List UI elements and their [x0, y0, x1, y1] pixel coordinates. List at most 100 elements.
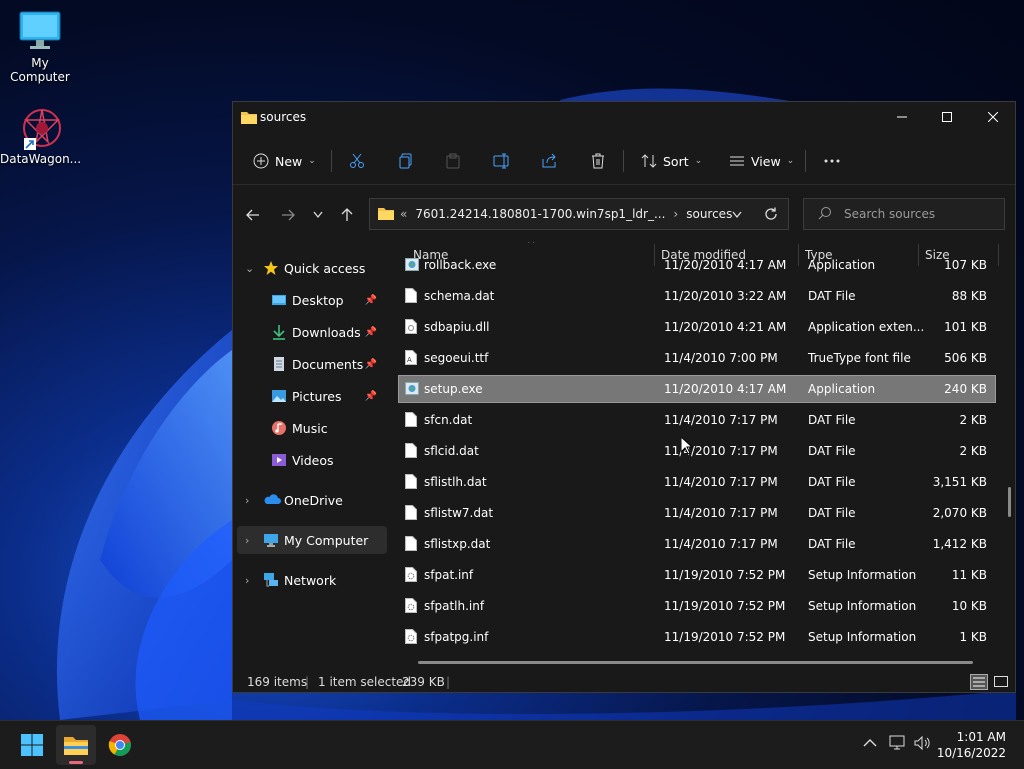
chevron-right-icon[interactable]: ›: [245, 494, 255, 507]
details-view-button[interactable]: [970, 674, 988, 693]
command-bar: New ⌄ Sort ⌄ View ⌄: [233, 138, 1015, 185]
copy-button[interactable]: [398, 148, 414, 174]
overflow-indicator[interactable]: «: [400, 207, 407, 221]
network-status-button[interactable]: [889, 735, 907, 754]
file-file-icon: [405, 536, 417, 551]
recent-locations-button[interactable]: [306, 205, 330, 225]
breadcrumb-current[interactable]: sources: [686, 207, 732, 221]
maximize-button[interactable]: [924, 102, 970, 132]
toolbar-divider: [623, 150, 624, 172]
sidebar-item-network[interactable]: › Network: [237, 566, 387, 594]
tiles-view-button[interactable]: [993, 674, 1009, 693]
sidebar-item-label: OneDrive: [284, 492, 343, 508]
music-icon: [271, 420, 287, 436]
file-row[interactable]: sdbapiu.dll 11/20/2010 4:21 AM Application…: [399, 314, 995, 340]
network-icon: [889, 735, 905, 750]
chevron-up-icon: [863, 739, 877, 747]
taskbar: 1:01 AM 10/16/2022: [0, 720, 1024, 769]
pin-icon: 📌: [364, 326, 377, 338]
file-name: sflcid.dat: [424, 444, 479, 458]
vertical-scrollbar-thumb[interactable]: [1008, 487, 1011, 517]
delete-button[interactable]: [590, 148, 606, 174]
sidebar-item-onedrive[interactable]: › OneDrive: [237, 486, 387, 514]
cut-button[interactable]: [349, 148, 365, 174]
sidebar-item-label: Downloads: [292, 324, 361, 340]
file-row[interactable]: sfpatlh.inf 11/19/2010 7:52 PM Setup Infor…: [399, 593, 995, 619]
refresh-button[interactable]: [764, 207, 778, 224]
view-list-icon: [730, 156, 744, 166]
file-row[interactable]: rollback.exe 11/20/2010 4:17 AM Applicatio…: [399, 252, 995, 278]
desktop-icon-datawagon[interactable]: DataWagon...: [0, 106, 82, 166]
file-row[interactable]: setup.exe 11/20/2010 4:17 AM Application 24…: [398, 375, 996, 403]
desktop-icon: [271, 292, 287, 308]
sidebar-item-documents[interactable]: Documents 📌: [237, 350, 387, 378]
address-dropdown-button[interactable]: [732, 208, 742, 222]
network-icon: [263, 572, 279, 588]
sort-button[interactable]: Sort ⌄: [641, 148, 702, 174]
chevron-down-icon: ⌄: [786, 156, 795, 166]
breadcrumb-segment[interactable]: 7601.24214.180801-1700.win7sp1_ldr_...: [415, 207, 665, 221]
sidebar-item-videos[interactable]: Videos: [237, 446, 387, 474]
chrome-icon: [108, 734, 131, 756]
address-bar[interactable]: « 7601.24214.180801-1700.win7sp1_ldr_...…: [369, 198, 789, 230]
sidebar-item-music[interactable]: Music: [237, 414, 387, 442]
sidebar-item-quick-access[interactable]: ⌄ Quick access: [237, 254, 387, 282]
taskbar-file-explorer[interactable]: [56, 725, 96, 765]
sidebar-item-my-computer[interactable]: › My Computer: [237, 526, 387, 554]
file-row[interactable]: sflistlh.dat 11/4/2010 7:17 PM DAT File 3,1…: [399, 469, 995, 495]
paste-button[interactable]: [445, 148, 461, 174]
rename-button[interactable]: [493, 148, 511, 174]
file-list: Name ^ Date modified Type Size rollback.…: [393, 242, 1015, 672]
title-bar[interactable]: sources: [233, 102, 1015, 134]
desktop-icon-label: DataWagon...: [0, 152, 82, 166]
sidebar-item-label: Desktop: [292, 292, 344, 308]
show-hidden-icons-button[interactable]: [862, 735, 878, 754]
sidebar-item-pictures[interactable]: Pictures 📌: [237, 382, 387, 410]
file-file-icon: [405, 505, 417, 520]
column-divider[interactable]: [998, 244, 999, 266]
chevron-down-icon[interactable]: ⌄: [245, 262, 255, 275]
chevron-right-icon[interactable]: ›: [245, 574, 255, 587]
start-button[interactable]: [12, 725, 52, 765]
paste-icon: [446, 153, 460, 169]
desktop-icon-my-computer[interactable]: My Computer: [0, 10, 80, 84]
search-box[interactable]: Search sources: [803, 198, 1005, 230]
more-options-button[interactable]: [823, 148, 841, 174]
chevron-down-icon: ⌄: [694, 156, 703, 166]
file-row[interactable]: Asegoeui.ttf 11/4/2010 7:00 PM TrueType fo…: [399, 345, 995, 371]
chevron-right-icon[interactable]: ›: [245, 534, 255, 547]
file-row[interactable]: sflcid.dat 11/4/2010 7:17 PM DAT File 2 KB: [399, 438, 995, 464]
file-row[interactable]: sfcn.dat 11/4/2010 7:17 PM DAT File 2 KB: [399, 407, 995, 433]
file-name: rollback.exe: [424, 258, 497, 272]
file-row[interactable]: sflistw7.dat 11/4/2010 7:17 PM DAT File 2,0…: [399, 500, 995, 526]
file-type: Application exten...: [808, 320, 925, 334]
minimize-button[interactable]: [879, 102, 925, 132]
sidebar-item-downloads[interactable]: Downloads 📌: [237, 318, 387, 346]
new-button[interactable]: New ⌄: [253, 148, 316, 174]
file-type: Setup Information: [808, 599, 917, 613]
status-bar: 169 items | 1 item selected 239 KB |: [233, 670, 1015, 692]
taskbar-chrome[interactable]: [100, 725, 140, 765]
close-button[interactable]: [970, 102, 1016, 132]
view-button[interactable]: View ⌄: [729, 148, 794, 174]
system-clock[interactable]: 1:01 AM 10/16/2022: [937, 729, 1006, 761]
file-dll-icon: [405, 319, 417, 334]
volume-button[interactable]: [914, 735, 932, 754]
up-button[interactable]: [335, 205, 359, 225]
refresh-icon: [765, 207, 777, 220]
file-date: 11/4/2010 7:00 PM: [664, 351, 778, 365]
share-button[interactable]: [541, 148, 557, 174]
horizontal-scrollbar-thumb[interactable]: [418, 661, 973, 664]
file-date: 11/20/2010 3:22 AM: [664, 289, 787, 303]
file-row[interactable]: sfpatpg.inf 11/19/2010 7:52 PM Setup Infor…: [399, 624, 995, 650]
sidebar-item-desktop[interactable]: Desktop 📌: [237, 286, 387, 314]
file-type: Application: [808, 258, 876, 272]
file-row[interactable]: sfpat.inf 11/19/2010 7:52 PM Setup Informa…: [399, 562, 995, 588]
arrow-up-icon: [341, 208, 353, 221]
file-date: 11/4/2010 7:17 PM: [664, 506, 778, 520]
back-button[interactable]: [241, 205, 265, 225]
forward-button[interactable]: [276, 205, 300, 225]
file-row[interactable]: schema.dat 11/20/2010 3:22 AM DAT File 88 K…: [399, 283, 995, 309]
file-row[interactable]: sflistxp.dat 11/4/2010 7:17 PM DAT File 1,4…: [399, 531, 995, 557]
file-name: schema.dat: [424, 289, 495, 303]
